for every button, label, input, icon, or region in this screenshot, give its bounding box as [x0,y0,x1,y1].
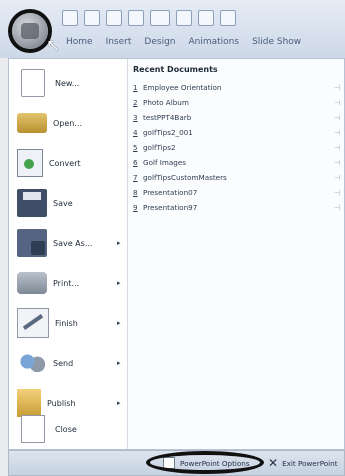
recent-document-item[interactable]: 4 golfTips2_001 ⊣ [133,125,343,140]
undo-icon[interactable] [84,10,100,26]
tab-animations[interactable]: Animations [188,34,252,50]
menu-item-open[interactable]: Open... [17,103,127,143]
menu-item-label: Open... [53,118,82,128]
menu-item-label: Publish [47,398,76,408]
submenu-arrow-icon: ▸ [117,239,121,247]
recent-document-number: 1 [133,83,138,92]
recent-document-item[interactable]: 7 golfTipsCustomMasters ⊣ [133,170,343,185]
recent-document-number: 8 [133,188,138,197]
recent-documents-title: Recent Documents [133,65,218,74]
recent-document-item[interactable]: 5 golfTips2 ⊣ [133,140,343,155]
menu-item-label: Convert [49,158,81,168]
folder-icon [17,113,47,133]
pin-icon[interactable]: ⊣ [331,114,343,122]
recent-document-number: 9 [133,203,138,212]
mouse-cursor-icon: ↖ [46,36,61,56]
recent-document-item[interactable]: 9 Presentation97 ⊣ [133,200,343,215]
layout-icon[interactable] [176,10,192,26]
recent-document-item[interactable]: 2 Photo Album ⊣ [133,95,343,110]
save-disk-icon [17,189,47,217]
recent-document-name: Presentation07 [143,188,198,197]
tab-home[interactable]: Home [66,34,106,50]
pin-icon[interactable]: ⊣ [331,99,343,107]
menu-commands: New... Open... Convert Save Save As... ▸… [9,59,128,449]
table-icon[interactable] [198,10,214,26]
tab-slide-show[interactable]: Slide Show [252,34,314,50]
new-document-icon [21,69,45,97]
menu-item-close[interactable]: Close [17,409,127,449]
recent-document-name: Photo Album [143,98,189,107]
pin-icon[interactable]: ⊣ [331,84,343,92]
recent-document-name: golfTips2_001 [143,128,193,137]
ribbon-tabs: Home Insert Design Animations Slide Show [66,34,314,50]
recent-document-item[interactable]: 3 testPPT4Barb ⊣ [133,110,343,125]
printer-icon [17,272,47,294]
recent-document-number: 2 [133,98,138,107]
save-as-icon [17,229,47,257]
recent-document-item[interactable]: 1 Employee Orientation ⊣ [133,80,343,95]
recent-document-number: 5 [133,143,138,152]
pin-icon[interactable]: ⊣ [331,189,343,197]
menu-item-label: Print... [53,278,80,288]
recent-document-name: testPPT4Barb [143,113,192,122]
menu-item-label: Close [55,424,77,434]
menu-item-save[interactable]: Save [17,183,127,223]
recent-documents: Recent Documents 1 Employee Orientation … [133,65,343,215]
submenu-arrow-icon: ▸ [117,359,121,367]
pin-icon[interactable]: ⊣ [331,159,343,167]
menu-item-label: Save As... [53,238,93,248]
recent-document-item[interactable]: 6 Golf Images ⊣ [133,155,343,170]
open-icon[interactable] [150,10,170,26]
recent-document-name: golfTips2 [143,143,176,152]
menu-item-label: Save [53,198,73,208]
pin-icon[interactable]: ⊣ [331,144,343,152]
send-icon [17,349,47,377]
recent-document-name: Presentation97 [143,203,198,212]
submenu-arrow-icon: ▸ [117,279,121,287]
submenu-arrow-icon: ▸ [117,319,121,327]
menu-item-label: Finish [55,318,78,328]
menu-item-label: Send [53,358,74,368]
office-menu: New... Open... Convert Save Save As... ▸… [8,58,345,450]
highlight-oval [146,451,264,474]
close-document-icon [21,415,45,443]
chart-icon[interactable] [220,10,236,26]
tab-design[interactable]: Design [144,34,188,50]
recent-document-number: 7 [133,173,138,182]
close-icon: ✕ [268,456,279,470]
menu-item-save-as[interactable]: Save As... ▸ [17,223,127,263]
recent-document-number: 3 [133,113,138,122]
quick-access-toolbar [62,10,236,26]
menu-item-label: New... [55,78,80,88]
exit-powerpoint-button[interactable]: ✕ Exit PowerPoint [268,455,345,471]
pin-icon[interactable]: ⊣ [331,129,343,137]
menu-item-send[interactable]: Send ▸ [17,343,127,383]
save-icon[interactable] [62,10,78,26]
redo-icon[interactable] [106,10,122,26]
recent-document-name: Golf Images [143,158,187,167]
exit-powerpoint-label: Exit PowerPoint [282,458,338,468]
recent-document-name: Employee Orientation [143,83,222,92]
recent-document-number: 6 [133,158,138,167]
submenu-arrow-icon: ▸ [117,399,121,407]
new-icon[interactable] [128,10,144,26]
office-logo-icon [21,23,39,39]
pin-icon[interactable]: ⊣ [331,174,343,182]
menu-item-print[interactable]: Print... ▸ [17,263,127,303]
menu-item-finish[interactable]: Finish ▸ [17,303,127,343]
office-button[interactable] [12,13,48,49]
finish-icon [17,308,49,338]
recent-document-name: golfTipsCustomMasters [143,173,227,182]
menu-item-convert[interactable]: Convert [17,143,127,183]
recent-document-number: 4 [133,128,138,137]
convert-icon [17,149,43,177]
menu-item-new[interactable]: New... [17,63,127,103]
recent-document-item[interactable]: 8 Presentation07 ⊣ [133,185,343,200]
pin-icon[interactable]: ⊣ [331,204,343,212]
tab-insert[interactable]: Insert [106,34,145,50]
